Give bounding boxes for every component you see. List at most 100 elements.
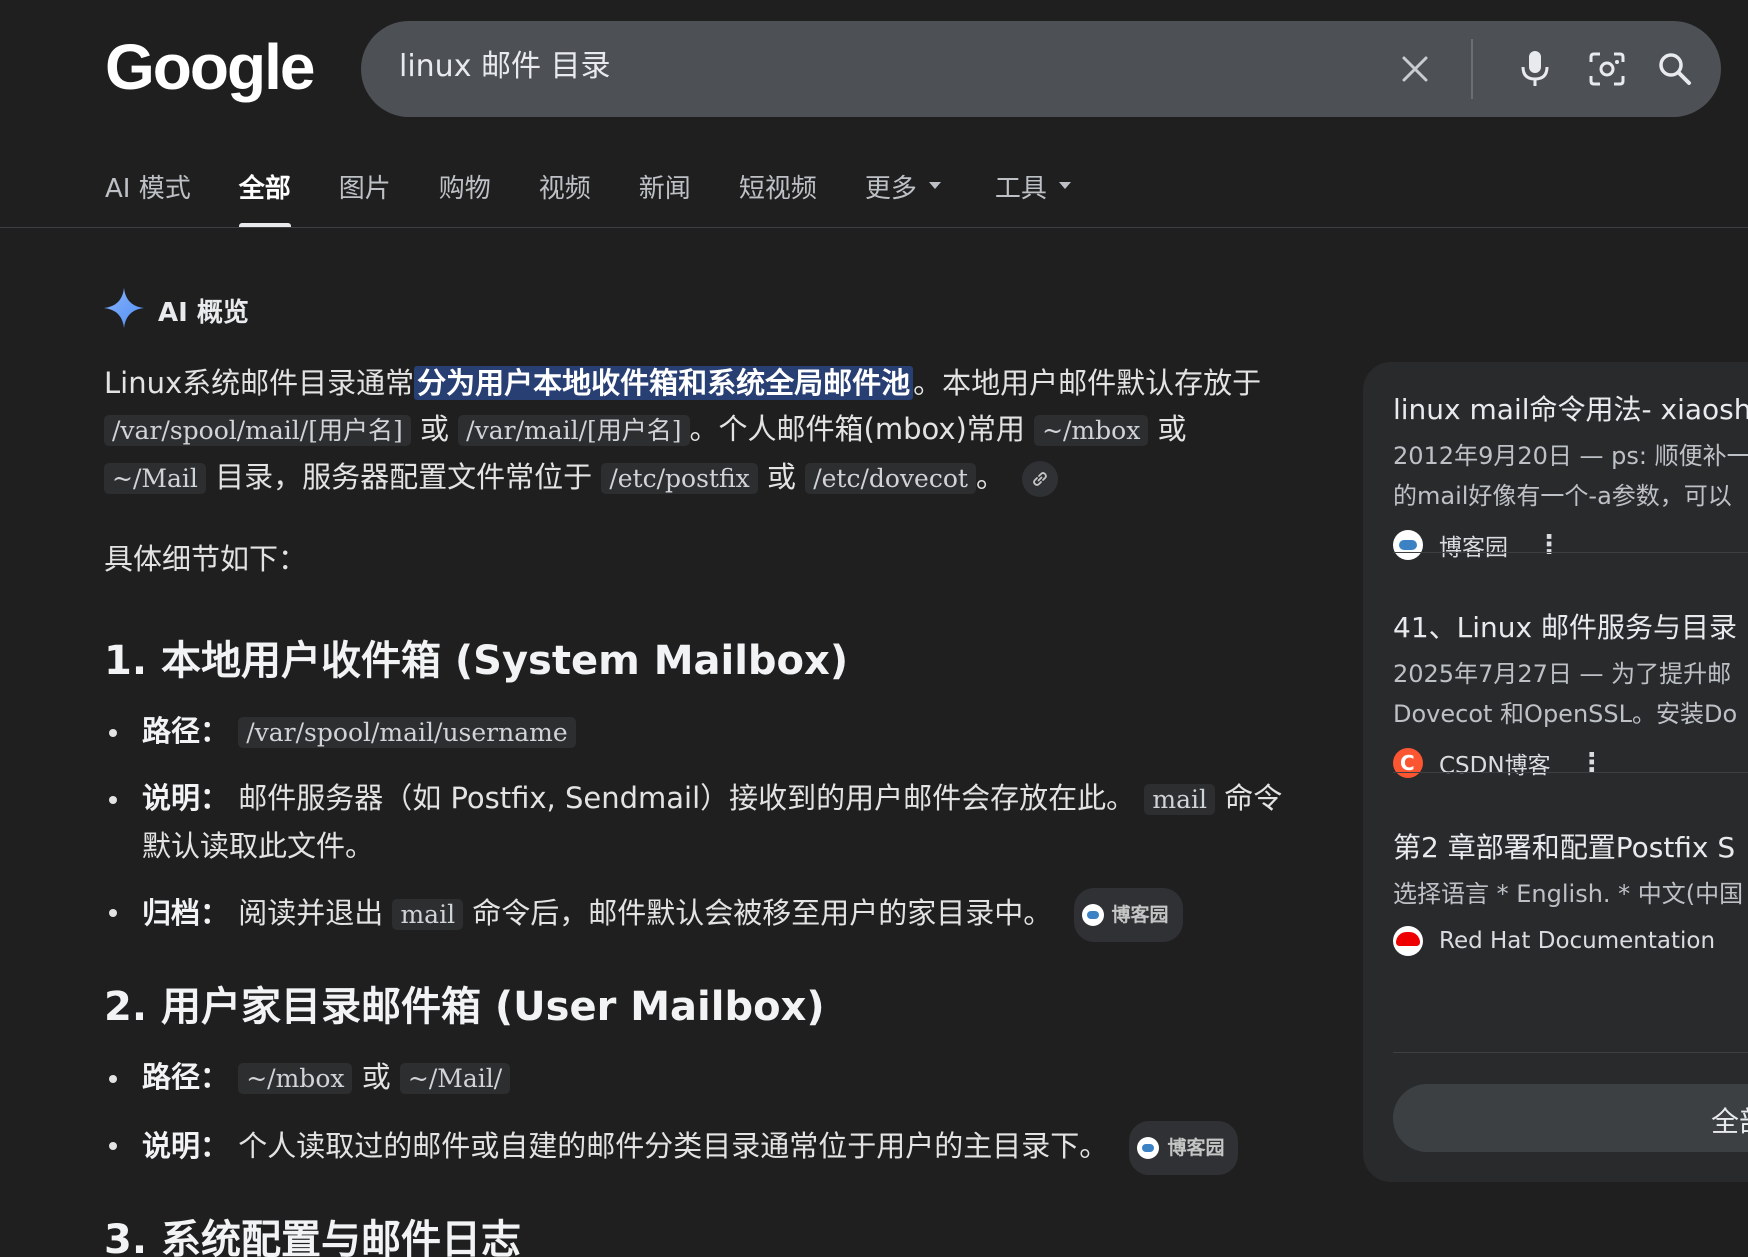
source-card-title[interactable]: 第2 章部署和配置Postfix S [1393, 828, 1748, 868]
source-label: 博客园 [1167, 1137, 1225, 1159]
cnblogs-icon [1137, 1137, 1160, 1159]
tab-videos[interactable]: 视频 [539, 168, 591, 228]
source-card[interactable]: 第2 章部署和配置Postfix S 选择语言 * English. * 中文(… [1393, 828, 1748, 956]
lead-text: 。 [975, 460, 1005, 494]
source-card[interactable]: linux mail命令用法- xiaoshi 2012年9月20日 — ps:… [1393, 390, 1748, 562]
clear-icon[interactable] [1391, 45, 1439, 93]
source-card-snippet: 选择语言 * English. * 中文(中国 [1393, 880, 1744, 908]
tab-news[interactable]: 新闻 [639, 168, 691, 228]
code-path: /etc/postfix [601, 463, 758, 494]
list-item: 说明： 邮件服务器（如 Postfix, Sendmail）接收到的用户邮件会存… [104, 775, 1284, 869]
highlight-text: 分为用户本地收件箱和系统全局邮件池 [414, 366, 914, 400]
section-heading: 2. 用户家目录邮件箱 (User Mailbox) [104, 984, 825, 1030]
redhat-icon [1393, 926, 1423, 956]
source-label: 博客园 [1111, 904, 1169, 926]
code-path: /etc/dovecot [805, 463, 976, 494]
source-card-snippet: 的mail好像有一个-a参数，可以 [1393, 482, 1732, 510]
lead-text: 或 [1157, 412, 1187, 446]
camera-lens-icon[interactable] [1583, 45, 1631, 93]
list-item: 说明： 个人读取过的邮件或自建的邮件分类目录通常位于用户的主目录下。 博客园 [104, 1121, 1284, 1175]
source-card-snippet: 2025年7月27日 — 为了提升邮 [1393, 660, 1732, 688]
tab-images[interactable]: 图片 [339, 168, 391, 228]
sources-panel: linux mail命令用法- xiaoshi 2012年9月20日 — ps:… [1363, 362, 1748, 1182]
section-heading: 3. 系统配置与邮件日志 [104, 1217, 521, 1257]
ai-overview-lead: Linux系统邮件目录通常 分为用户本地收件箱和系统全局邮件池 。本地用户邮件默认存… [104, 360, 1284, 502]
card-divider [1393, 552, 1748, 553]
source-card-site: C CSDN博客 ⋮ [1393, 746, 1748, 780]
chevron-down-icon [1058, 182, 1071, 189]
cnblogs-icon [1393, 530, 1423, 560]
source-card-title[interactable]: 41、Linux 邮件服务与目录 [1393, 608, 1748, 648]
code-command: mail [1144, 784, 1215, 815]
show-all-button[interactable]: 全部 [1393, 1084, 1748, 1152]
search-input[interactable]: linux 邮件 目录 [399, 45, 611, 89]
kebab-menu-icon[interactable]: ⋮ [1536, 532, 1562, 558]
lead-text: 或 [766, 460, 796, 494]
code-path: /var/spool/mail/[用户名] [104, 415, 411, 446]
search-tabs: AI 模式 全部 图片 购物 视频 新闻 短视频 更多 工具 [105, 168, 1119, 228]
source-site-name: 博客园 [1439, 535, 1508, 561]
search-divider [1471, 39, 1473, 99]
kebab-menu-icon[interactable]: ⋮ [1743, 928, 1748, 954]
show-all-label: 全部 [1711, 1105, 1748, 1138]
microphone-icon[interactable] [1511, 45, 1559, 93]
section-heading: 1. 本地用户收件箱 (System Mailbox) [104, 638, 849, 684]
tabs-divider [0, 227, 1748, 228]
item-text: 命令后，邮件默认会被移至用户的家目录中。 [472, 896, 1053, 930]
lead-text: 。本地用户邮件默认存放于 [913, 366, 1262, 400]
tab-short-videos[interactable]: 短视频 [739, 168, 817, 228]
card-divider [1393, 1052, 1748, 1053]
ai-overview-header: AI 概览 [102, 286, 249, 335]
csdn-icon: C [1393, 748, 1423, 778]
list-item: 归档： 阅读并退出 mail 命令后，邮件默认会被移至用户的家目录中。 博客园 [104, 888, 1284, 942]
sparkle-icon [102, 286, 146, 335]
tab-tools[interactable]: 工具 [995, 168, 1071, 228]
detail-intro: 具体细节如下： [104, 542, 308, 576]
link-icon[interactable] [1022, 461, 1059, 497]
item-text: 邮件服务器（如 Postfix, Sendmail）接收到的用户邮件会存放在此。 [238, 781, 1136, 815]
source-card-title[interactable]: linux mail命令用法- xiaoshi [1393, 390, 1748, 430]
source-site-name: CSDN博客 [1439, 753, 1551, 779]
source-chip[interactable]: 博客园 [1073, 888, 1183, 942]
ai-overview-title: AI 概览 [158, 298, 249, 328]
code-path: ~/Mail/ [399, 1063, 511, 1094]
item-label: 路径： [142, 1060, 230, 1094]
lead-text: Linux系统邮件目录通常 [104, 366, 415, 400]
chevron-down-icon [928, 182, 941, 189]
list-item: 路径： /var/spool/mail/username [104, 708, 1284, 756]
item-label: 路径： [142, 714, 230, 748]
list-item: 路径： ~/mbox 或 ~/Mail/ [104, 1054, 1284, 1102]
source-card-snippet: 2012年9月20日 — ps: 顺便补一 [1393, 442, 1748, 470]
code-path: ~/mbox [238, 1063, 353, 1094]
code-path: /var/spool/mail/username [238, 717, 576, 748]
ai-overview-body: Linux系统邮件目录通常 分为用户本地收件箱和系统全局邮件池 。本地用户邮件默认存… [104, 360, 1284, 1257]
code-path: /var/mail/[用户名] [458, 415, 690, 446]
search-box[interactable]: linux 邮件 目录 [361, 21, 1721, 117]
lead-text: 。个人邮件箱(mbox)常用 [689, 412, 1025, 446]
source-chip[interactable]: 博客园 [1129, 1121, 1239, 1175]
source-card[interactable]: 41、Linux 邮件服务与目录 2025年7月27日 — 为了提升邮 Dove… [1393, 608, 1748, 780]
item-text: 阅读并退出 [238, 896, 384, 930]
source-card-site: Red Hat Documentation ⋮ [1393, 926, 1748, 956]
search-icon[interactable] [1651, 45, 1699, 93]
tab-more[interactable]: 更多 [865, 168, 941, 228]
code-path: ~/mbox [1034, 415, 1149, 446]
source-card-snippet: Dovecot 和OpenSSL。安装Do [1393, 700, 1738, 728]
card-divider [1393, 772, 1748, 773]
google-logo[interactable]: Google [105, 30, 315, 104]
code-command: mail [392, 899, 464, 930]
lead-text: 目录，服务器配置文件常位于 [215, 460, 593, 494]
item-label: 归档： [142, 896, 230, 930]
section-list: 路径： ~/mbox 或 ~/Mail/ 说明： 个人读取过的邮件或自建的邮件分… [104, 1054, 1284, 1175]
cnblogs-icon [1081, 904, 1104, 926]
item-label: 说明： [142, 781, 230, 815]
item-label: 说明： [142, 1129, 230, 1163]
item-text: 个人读取过的邮件或自建的邮件分类目录通常位于用户的主目录下。 [238, 1129, 1109, 1163]
code-path: ~/Mail [104, 463, 206, 494]
tab-all[interactable]: 全部 [238, 168, 291, 228]
tab-shopping[interactable]: 购物 [439, 168, 491, 228]
section-list: 路径： /var/spool/mail/username 说明： 邮件服务器（如… [104, 708, 1284, 942]
tab-ai-mode[interactable]: AI 模式 [105, 168, 191, 228]
item-text: 或 [361, 1060, 391, 1094]
source-site-name: Red Hat Documentation [1439, 928, 1716, 954]
